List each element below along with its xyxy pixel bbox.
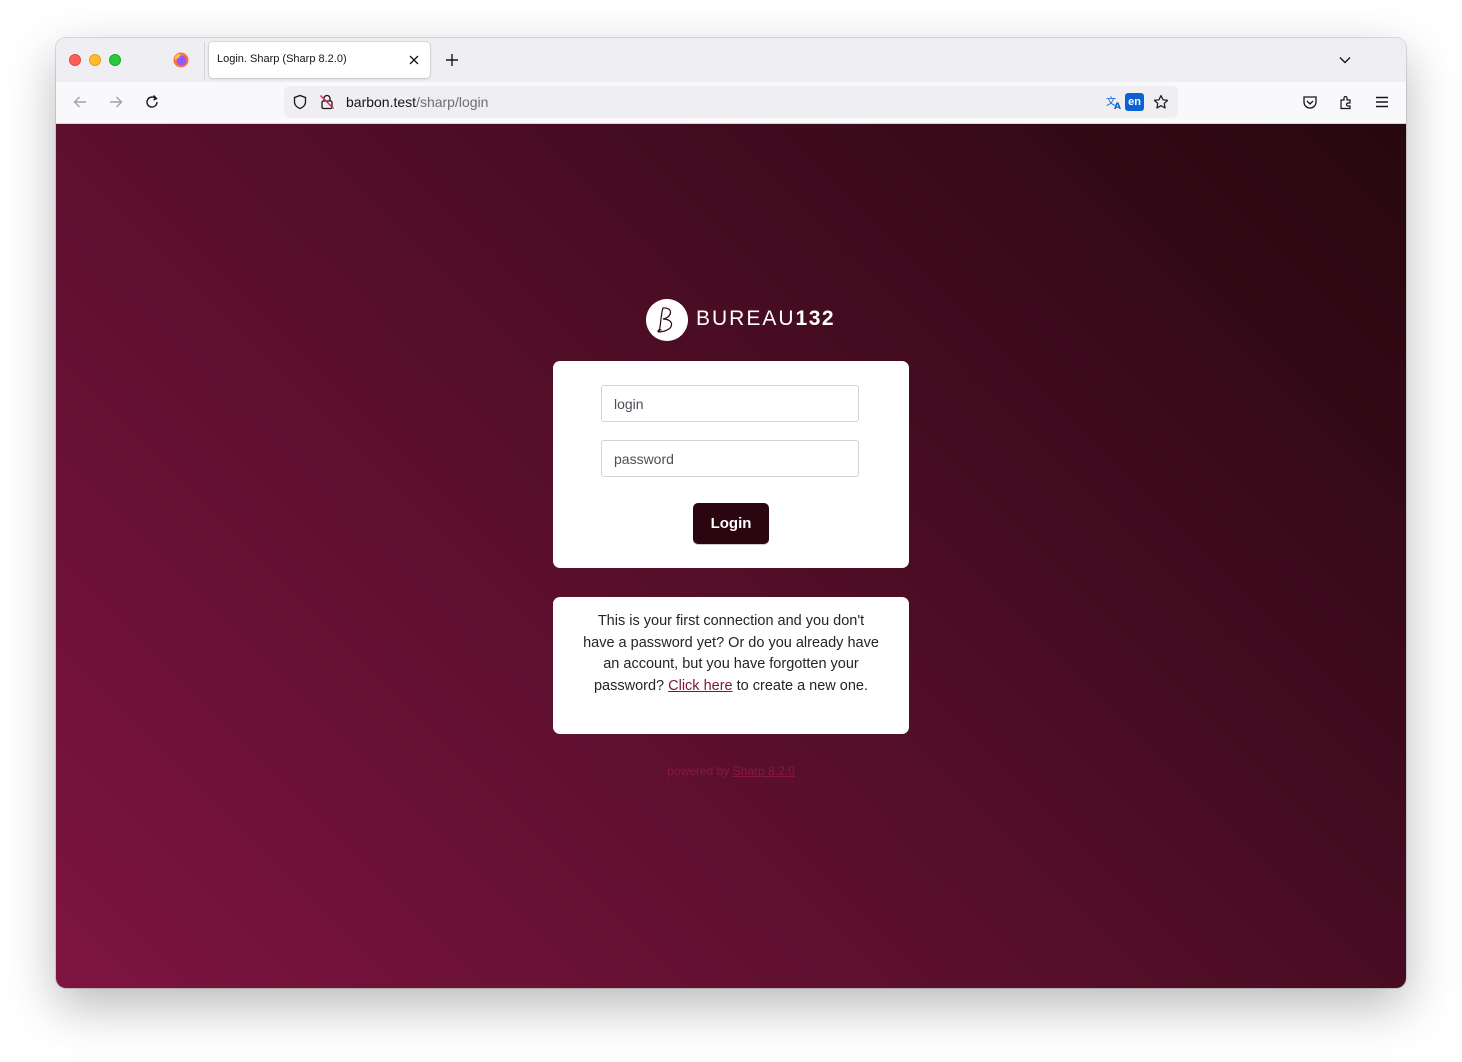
password-input[interactable] (601, 440, 859, 477)
help-text-after: to create a new one. (736, 677, 869, 694)
svg-text:A: A (1114, 102, 1121, 110)
minimize-window-button[interactable] (89, 54, 101, 66)
url-host: barbon.test (346, 94, 417, 110)
translate-language-badge[interactable]: en (1125, 93, 1144, 111)
menu-icon[interactable] (1374, 94, 1390, 110)
chevron-down-icon[interactable] (1338, 53, 1352, 67)
zoom-window-button[interactable] (109, 54, 121, 66)
shield-icon[interactable] (292, 94, 308, 110)
brand-name-bold: 132 (795, 307, 836, 330)
extensions-icon[interactable] (1338, 94, 1354, 110)
url-path: /sharp/login (416, 94, 489, 110)
sharp-version-link[interactable]: Sharp 8.2.0 (733, 764, 795, 778)
page-viewport: BUREAU132 Login This is your first conne… (56, 124, 1406, 988)
navigation-toolbar: barbon.test/sharp/login 文 A en (56, 82, 1406, 124)
url-text[interactable]: barbon.test/sharp/login (346, 94, 488, 110)
login-input[interactable] (601, 385, 859, 422)
tab-title: Login. Sharp (Sharp 8.2.0) (217, 53, 347, 65)
login-button[interactable]: Login (693, 503, 769, 544)
insecure-lock-icon[interactable] (319, 94, 335, 110)
close-window-button[interactable] (69, 54, 81, 66)
login-form-card: Login (553, 361, 909, 568)
translate-icon[interactable]: 文 A (1106, 94, 1124, 110)
forward-arrow-icon[interactable] (108, 94, 124, 110)
close-tab-icon[interactable] (408, 54, 420, 66)
tab-active[interactable]: Login. Sharp (Sharp 8.2.0) (209, 42, 430, 78)
brand-name-light: BUREAU (696, 307, 796, 330)
reload-icon[interactable] (144, 94, 160, 110)
tab-separator (204, 42, 205, 80)
pocket-icon[interactable] (1302, 94, 1318, 110)
back-arrow-icon[interactable] (72, 94, 88, 110)
powered-by-text: powered by (667, 764, 730, 778)
bureau132-logo-icon (646, 299, 688, 341)
password-help-card: This is your first connection and you do… (553, 597, 909, 734)
password-help-text: This is your first connection and you do… (581, 611, 881, 697)
browser-window: Login. Sharp (Sharp 8.2.0) barbon.test/s… (56, 38, 1406, 988)
new-tab-icon[interactable] (444, 52, 460, 68)
powered-by-footer: powered by Sharp 8.2.0 (56, 764, 1406, 778)
reset-password-link[interactable]: Click here (668, 678, 732, 694)
brand-name: BUREAU132 (696, 307, 835, 331)
brand-header: BUREAU132 (646, 299, 834, 343)
address-bar[interactable]: barbon.test/sharp/login 文 A en (284, 86, 1178, 118)
bookmark-star-icon[interactable] (1153, 94, 1169, 110)
tab-strip: Login. Sharp (Sharp 8.2.0) (56, 38, 1406, 82)
firefox-icon[interactable] (173, 52, 189, 68)
